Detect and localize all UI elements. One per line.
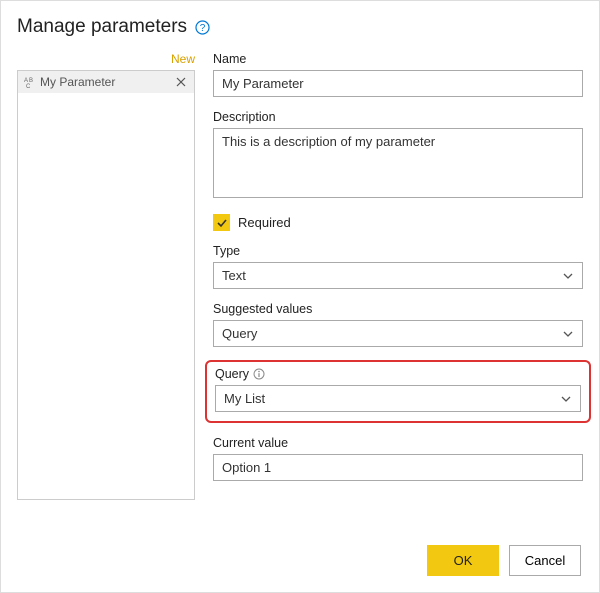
name-label: Name [213, 52, 583, 66]
new-parameter-link[interactable]: New [17, 52, 195, 66]
query-select[interactable]: My List [215, 385, 581, 412]
ok-button[interactable]: OK [427, 545, 499, 576]
chevron-down-icon [560, 393, 572, 405]
suggested-values-value: Query [222, 326, 257, 341]
chevron-down-icon [562, 270, 574, 282]
type-select-value: Text [222, 268, 246, 283]
query-select-value: My List [224, 391, 265, 406]
type-select[interactable]: Text [213, 262, 583, 289]
query-highlight-box: Query My List [205, 360, 591, 423]
svg-text:?: ? [200, 23, 206, 34]
chevron-down-icon [562, 328, 574, 340]
svg-text:C: C [26, 84, 31, 88]
description-label: Description [213, 110, 583, 124]
suggested-values-select[interactable]: Query [213, 320, 583, 347]
name-input[interactable] [213, 70, 583, 97]
parameter-form: Name Description This is a description o… [213, 52, 583, 494]
type-label: Type [213, 244, 583, 258]
info-icon[interactable] [253, 368, 265, 380]
parameter-item-label: My Parameter [40, 75, 174, 89]
parameter-list: A B C My Parameter [17, 70, 195, 500]
help-icon[interactable]: ? [195, 20, 210, 35]
dialog-title: Manage parameters [17, 16, 187, 38]
parameter-list-item[interactable]: A B C My Parameter [18, 71, 194, 93]
close-icon[interactable] [174, 75, 188, 89]
parameter-sidebar: New A B C My Parameter [17, 52, 195, 500]
suggested-values-label: Suggested values [213, 302, 583, 316]
required-label: Required [238, 215, 291, 230]
required-checkbox[interactable] [213, 214, 230, 231]
cancel-button[interactable]: Cancel [509, 545, 581, 576]
abc-type-icon: A B C [24, 76, 40, 88]
description-input[interactable]: This is a description of my parameter [213, 128, 583, 198]
current-value-input[interactable] [213, 454, 583, 481]
query-label: Query [215, 367, 581, 381]
current-value-label: Current value [213, 436, 583, 450]
